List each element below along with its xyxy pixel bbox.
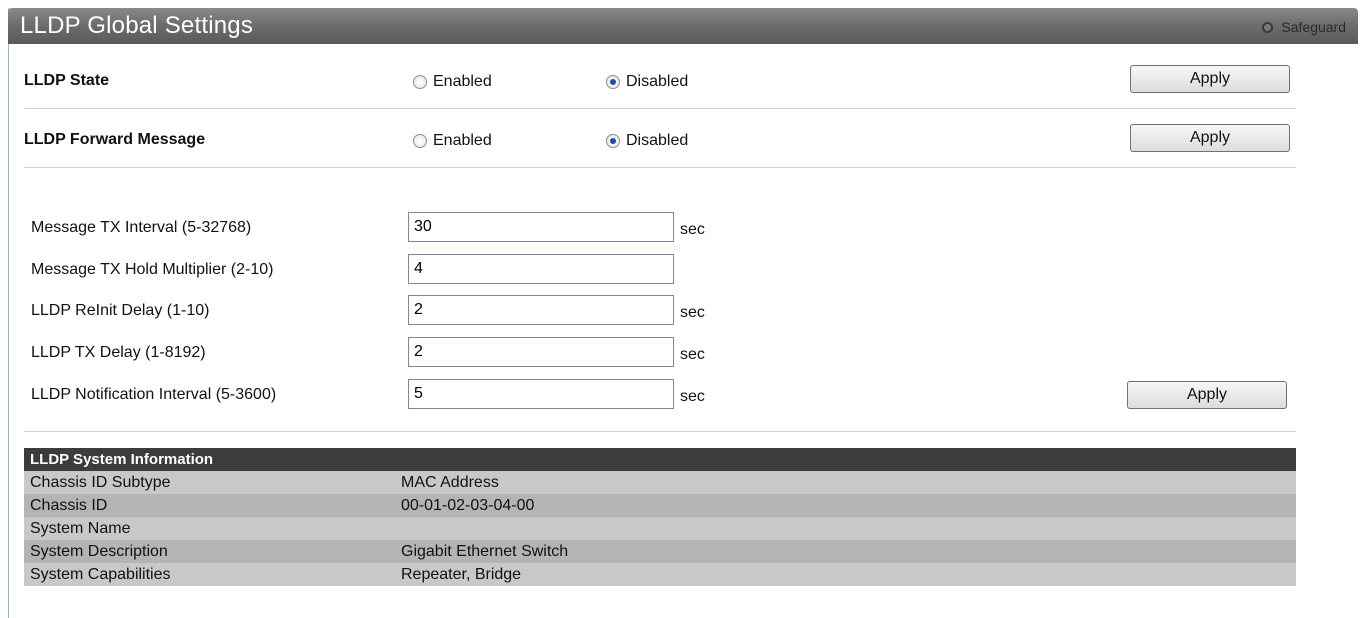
radio-label: Disabled — [626, 73, 689, 90]
row-key: System Description — [30, 542, 168, 560]
notification-interval-input[interactable] — [408, 379, 674, 409]
table-row: System Capabilities Repeater, Bridge — [24, 563, 1296, 586]
lldp-state-disabled-radio[interactable]: Disabled — [606, 73, 688, 91]
reinit-delay-input[interactable] — [408, 295, 674, 325]
tx-interval-label: Message TX Interval (5-32768) — [31, 219, 252, 236]
lldp-state-apply-button[interactable]: Apply — [1130, 65, 1290, 93]
row-value: 00-01-02-03-04-00 — [401, 496, 535, 514]
tx-hold-multiplier-input[interactable] — [408, 254, 674, 284]
tx-delay-input[interactable] — [408, 337, 674, 367]
tx-hold-multiplier-label: Message TX Hold Multiplier (2-10) — [31, 261, 274, 278]
safeguard-icon — [1262, 21, 1274, 33]
safeguard-label: Safeguard — [1281, 19, 1346, 35]
table-row: System Name — [24, 517, 1296, 540]
table-row: Chassis ID 00-01-02-03-04-00 — [24, 494, 1296, 517]
params-apply-button[interactable]: Apply — [1127, 381, 1287, 409]
tx-interval-unit: sec — [680, 221, 705, 238]
system-info-table: LLDP System Information Chassis ID Subty… — [24, 448, 1296, 586]
lldp-forward-label: LLDP Forward Message — [24, 131, 206, 148]
radio-icon — [413, 134, 427, 148]
tx-delay-unit: sec — [680, 346, 705, 363]
lldp-state-enabled-radio[interactable]: Enabled — [413, 73, 492, 91]
title-bar: LLDP Global Settings Safeguard — [8, 8, 1358, 44]
radio-icon — [413, 75, 427, 89]
row-value: Gigabit Ethernet Switch — [401, 542, 569, 560]
divider — [24, 167, 1296, 168]
radio-label: Enabled — [433, 73, 492, 90]
row-key: Chassis ID Subtype — [30, 473, 171, 491]
divider — [24, 431, 1296, 432]
radio-label: Disabled — [626, 132, 689, 149]
system-info-title: LLDP System Information — [24, 448, 1296, 471]
tx-delay-label: LLDP TX Delay (1-8192) — [31, 344, 206, 361]
radio-checked-icon — [606, 134, 620, 148]
divider — [24, 108, 1296, 109]
radio-checked-icon — [606, 75, 620, 89]
lldp-forward-apply-button[interactable]: Apply — [1130, 124, 1290, 152]
radio-label: Enabled — [433, 132, 492, 149]
lldp-state-label: LLDP State — [24, 72, 110, 89]
table-row: System Description Gigabit Ethernet Swit… — [24, 540, 1296, 563]
tx-interval-input[interactable] — [408, 212, 674, 242]
notification-interval-unit: sec — [680, 388, 705, 405]
table-row: Chassis ID Subtype MAC Address — [24, 471, 1296, 494]
row-key: Chassis ID — [30, 496, 108, 514]
row-value — [395, 517, 1296, 540]
row-value: Repeater, Bridge — [401, 565, 522, 583]
row-key: System Name — [30, 519, 131, 537]
row-value: MAC Address — [401, 473, 499, 491]
safeguard-indicator[interactable]: Safeguard — [1262, 18, 1346, 36]
reinit-delay-label: LLDP ReInit Delay (1-10) — [31, 302, 210, 319]
page-title: LLDP Global Settings — [20, 12, 254, 39]
notification-interval-label: LLDP Notification Interval (5-3600) — [31, 386, 277, 403]
lldp-forward-disabled-radio[interactable]: Disabled — [606, 132, 688, 150]
row-key: System Capabilities — [30, 565, 171, 583]
lldp-forward-enabled-radio[interactable]: Enabled — [413, 132, 492, 150]
reinit-delay-unit: sec — [680, 304, 705, 321]
